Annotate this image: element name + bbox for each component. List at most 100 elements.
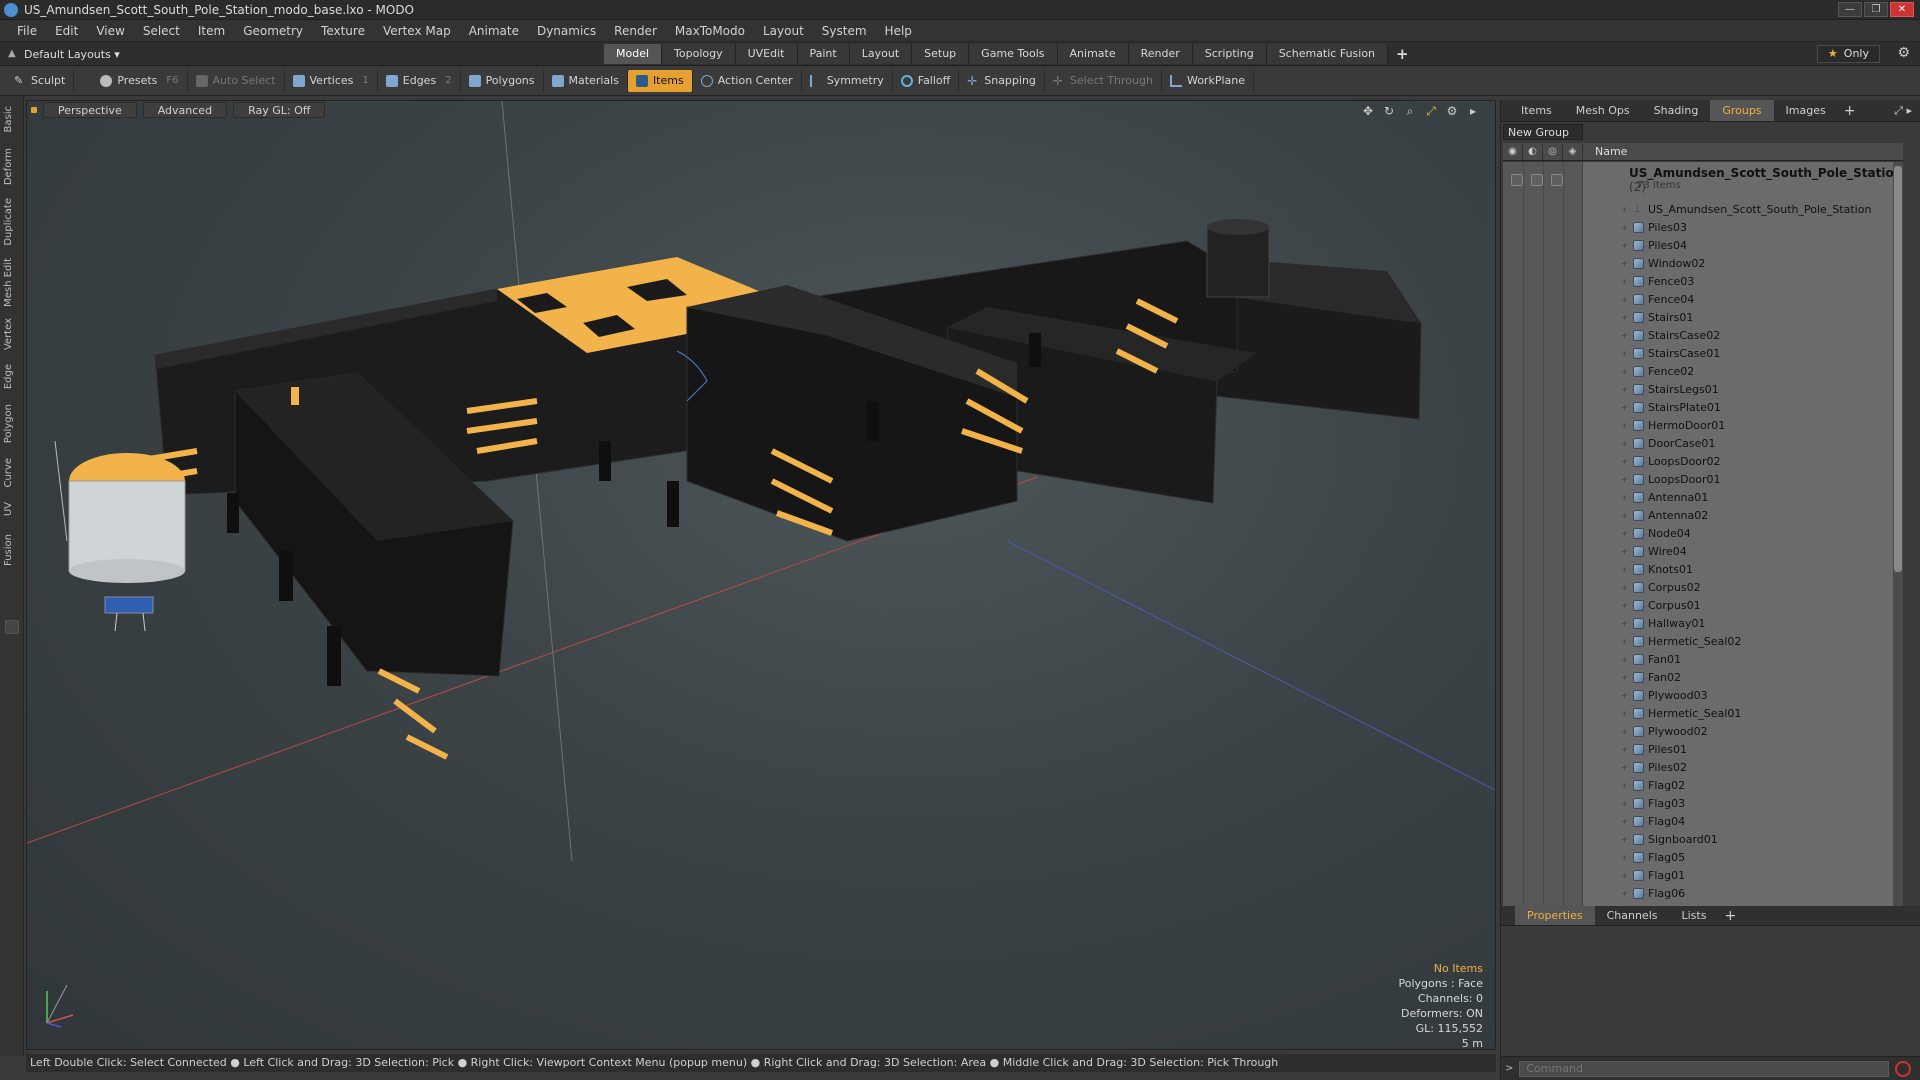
action-center-button[interactable]: Action Center	[693, 69, 802, 92]
expand-icon[interactable]: +	[1621, 853, 1629, 862]
polygons-button[interactable]: Polygons	[461, 69, 544, 92]
expand-icon[interactable]: +	[1621, 259, 1629, 268]
panel-expand-icon[interactable]: ⤢ ▸	[1894, 104, 1912, 118]
visibility-column-eye-icon[interactable]: ◉	[1503, 143, 1523, 160]
add-panel-tab-button[interactable]: +	[1838, 100, 1862, 121]
expand-icon[interactable]: +	[1621, 871, 1629, 880]
vtab-mesh-edit[interactable]: Mesh Edit	[3, 258, 14, 307]
zoom-icon[interactable]: ⌕	[1404, 105, 1416, 117]
gear-icon[interactable]: ⚙	[1897, 46, 1910, 60]
tree-item[interactable]: + Flag06	[1621, 884, 1685, 902]
tab-model[interactable]: Model	[604, 44, 663, 64]
workplane-button[interactable]: WorkPlane	[1162, 69, 1254, 92]
vtab-uv[interactable]: UV	[3, 502, 14, 516]
expand-icon[interactable]: +	[1621, 889, 1629, 898]
menu-animate[interactable]: Animate	[460, 20, 528, 42]
expand-icon[interactable]: +	[1621, 457, 1629, 466]
viewport-settings-icon[interactable]: ⚙	[1446, 105, 1458, 117]
vertices-button[interactable]: Vertices 1	[285, 69, 378, 92]
items-button[interactable]: Items	[627, 69, 693, 92]
menu-item[interactable]: Item	[189, 20, 234, 42]
expand-icon[interactable]: +	[1621, 367, 1629, 376]
tree-item[interactable]: + Fan02	[1621, 668, 1681, 686]
scrollbar-thumb[interactable]	[1894, 166, 1902, 572]
tree-item[interactable]: + Window02	[1621, 254, 1705, 272]
vtab-edge[interactable]: Edge	[3, 364, 14, 389]
group-row[interactable]: US_Amundsen_Scott_South_Pole_Station (2)…	[1503, 166, 1903, 196]
tree-item[interactable]: + StairsCase01	[1621, 344, 1720, 362]
tab-game-tools[interactable]: Game Tools	[969, 44, 1058, 64]
presets-button[interactable]: Presets F6	[92, 69, 188, 92]
edges-button[interactable]: Edges 2	[378, 69, 461, 92]
expand-icon[interactable]: +	[1621, 637, 1629, 646]
menu-geometry[interactable]: Geometry	[234, 20, 312, 42]
expand-icon[interactable]: +	[1621, 241, 1629, 250]
sculpt-button[interactable]: ✎ Sculpt	[6, 69, 75, 92]
tree-item[interactable]: + StairsCase02	[1621, 326, 1720, 344]
viewport-menu-icon[interactable]	[31, 107, 37, 113]
tab-paint[interactable]: Paint	[797, 44, 850, 64]
tree-item[interactable]: + Antenna01	[1621, 488, 1708, 506]
expand-icon[interactable]: +	[1621, 403, 1629, 412]
expand-icon[interactable]: +	[1621, 331, 1629, 340]
tree-item[interactable]: + DoorCase01	[1621, 434, 1715, 452]
expand-icon[interactable]: +	[1621, 313, 1629, 322]
tab-uvedit[interactable]: UVEdit	[735, 44, 798, 64]
tree-item[interactable]: + Fence02	[1621, 362, 1694, 380]
tree-item[interactable]: + Stairs01	[1621, 308, 1693, 326]
expand-icon[interactable]: +	[1621, 385, 1629, 394]
name-column-header[interactable]: Name	[1583, 145, 1627, 158]
menu-maxtomodo[interactable]: MaxToModo	[666, 20, 754, 42]
vtab-vertex[interactable]: Vertex	[3, 318, 14, 350]
tree-item[interactable]: + Corpus01	[1621, 596, 1701, 614]
tree-item[interactable]: + Fence03	[1621, 272, 1694, 290]
render-icon[interactable]	[1531, 174, 1543, 186]
only-toggle-button[interactable]: ★ Only	[1816, 45, 1880, 63]
minimize-button[interactable]: —	[1838, 2, 1862, 17]
menu-system[interactable]: System	[813, 20, 876, 42]
tab-setup[interactable]: Setup	[912, 44, 970, 64]
3d-viewport[interactable]: Perspective Advanced Ray GL: Off ✥ ↻ ⌕ ⤢…	[26, 100, 1496, 1050]
expand-icon[interactable]: +	[1621, 511, 1629, 520]
expand-icon[interactable]: +	[1621, 223, 1629, 232]
tree-item[interactable]: + Flag03	[1621, 794, 1685, 812]
tree-item[interactable]: + Plywood03	[1621, 686, 1708, 704]
menu-file[interactable]: File	[8, 20, 46, 42]
expand-icon[interactable]: +	[1621, 727, 1629, 736]
eye-icon[interactable]	[1511, 174, 1523, 186]
layout-preset-dropdown[interactable]: ▲ Default Layouts ▾	[8, 46, 120, 62]
tree-item[interactable]: + Flag02	[1621, 776, 1685, 794]
group-tree[interactable]: US_Amundsen_Scott_South_Pole_Station (2)…	[1503, 162, 1903, 992]
menu-render[interactable]: Render	[605, 20, 666, 42]
tree-item[interactable]: + Flag04	[1621, 812, 1685, 830]
tree-item[interactable]: + StairsPlate01	[1621, 398, 1721, 416]
vtab-curve[interactable]: Curve	[3, 458, 14, 488]
tab-render[interactable]: Render	[1128, 44, 1193, 64]
snapping-button[interactable]: ✛ Snapping	[959, 69, 1045, 92]
expand-icon[interactable]: +	[1621, 421, 1629, 430]
close-button[interactable]: ✕	[1890, 2, 1914, 17]
vtab-fusion[interactable]: Fusion	[3, 534, 14, 566]
tab-properties[interactable]: Properties	[1515, 906, 1595, 925]
tree-item[interactable]: + Plywood02	[1621, 722, 1708, 740]
vtab-deform[interactable]: Deform	[3, 148, 14, 185]
expand-icon[interactable]: +	[1621, 205, 1629, 214]
new-group-button[interactable]: New Group	[1503, 124, 1583, 140]
expand-icon[interactable]: +	[1621, 565, 1629, 574]
command-input[interactable]	[1519, 1060, 1890, 1077]
tab-groups[interactable]: Groups	[1710, 100, 1774, 121]
tree-item[interactable]: + HermoDoor01	[1621, 416, 1725, 434]
menu-vertex-map[interactable]: Vertex Map	[374, 20, 460, 42]
tab-topology[interactable]: Topology	[662, 44, 736, 64]
tab-animate[interactable]: Animate	[1057, 44, 1129, 64]
tab-mesh-ops[interactable]: Mesh Ops	[1564, 100, 1642, 121]
lock-icon[interactable]	[1551, 174, 1563, 186]
tree-item[interactable]: + Signboard01	[1621, 830, 1718, 848]
tree-item[interactable]: + Node04	[1621, 524, 1691, 542]
menu-view[interactable]: View	[87, 20, 133, 42]
select-through-button[interactable]: ✛ Select Through	[1045, 69, 1162, 92]
symmetry-button[interactable]: Symmetry	[802, 69, 893, 92]
materials-button[interactable]: Materials	[544, 69, 628, 92]
tree-item[interactable]: + Piles01	[1621, 740, 1687, 758]
menu-dynamics[interactable]: Dynamics	[528, 20, 605, 42]
